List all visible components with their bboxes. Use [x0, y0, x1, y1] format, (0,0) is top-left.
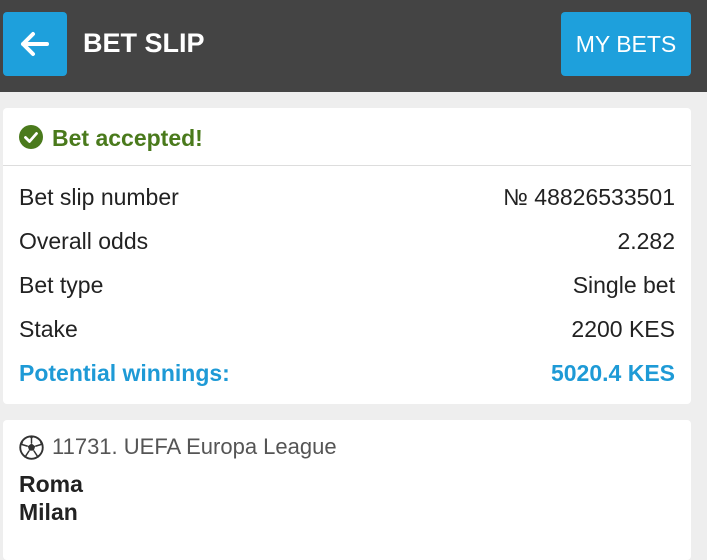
overall-odds-row: Overall odds 2.282: [19, 225, 675, 257]
row-label: Overall odds: [19, 227, 149, 254]
arrow-left-icon: [21, 32, 49, 56]
away-team: Milan: [19, 499, 78, 525]
bet-accepted-banner: Bet accepted!: [3, 108, 691, 166]
stake-row: Stake 2200 KES: [19, 313, 675, 345]
potential-winnings-row: Potential winnings: 5020.4 KES: [19, 357, 675, 389]
bet-type-value: Single bet: [572, 271, 675, 298]
league-line: 11731. UEFA Europa League: [19, 434, 337, 460]
row-label: Stake: [19, 315, 78, 342]
potential-winnings-value: 5020.4 KES: [550, 359, 675, 386]
event-card: 11731. UEFA Europa League Roma Milan: [3, 420, 691, 560]
top-bar: BET SLIP MY BETS: [0, 0, 707, 92]
bet-type-row: Bet type Single bet: [19, 269, 675, 301]
bet-accepted-text: Bet accepted!: [52, 125, 203, 151]
bet-slip-number-value: № 48826533501: [503, 183, 675, 210]
home-team: Roma: [19, 471, 83, 497]
soccer-ball-icon: [19, 434, 44, 460]
stake-value: 2200 KES: [571, 315, 675, 342]
back-button[interactable]: [3, 12, 67, 76]
league-name: 11731. UEFA Europa League: [52, 434, 337, 459]
row-label: Potential winnings:: [19, 359, 230, 386]
overall-odds-value: 2.282: [617, 227, 675, 254]
bet-slip-number-row: Bet slip number № 48826533501: [19, 181, 675, 213]
my-bets-button[interactable]: MY BETS: [561, 12, 691, 76]
row-label: Bet slip number: [19, 183, 179, 210]
page-title: BET SLIP: [83, 28, 205, 58]
check-circle-icon: [19, 125, 43, 149]
bet-summary-card: Bet accepted! Bet slip number № 48826533…: [3, 108, 691, 404]
row-label: Bet type: [19, 271, 104, 298]
